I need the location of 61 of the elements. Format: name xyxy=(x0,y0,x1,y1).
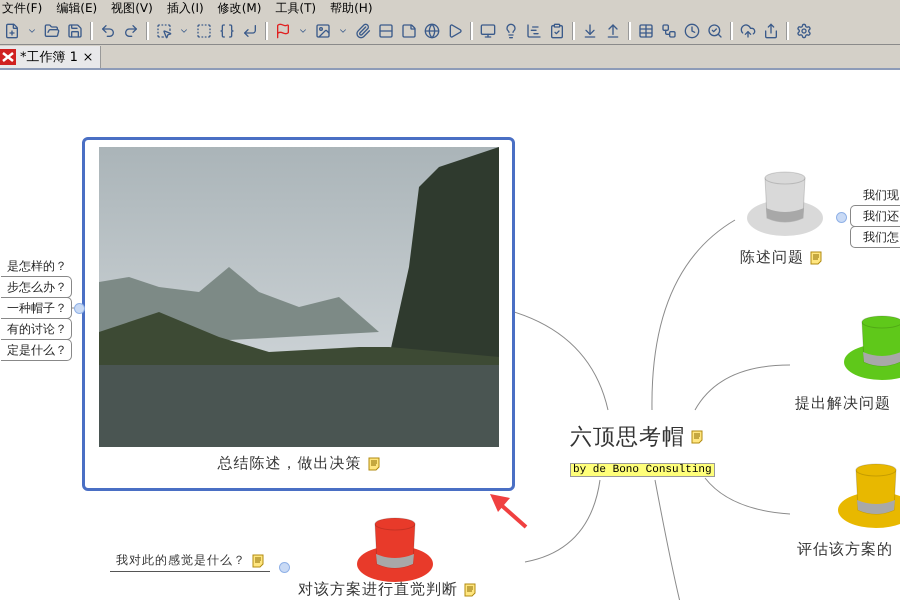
topic-label: 提出解决问题 xyxy=(795,394,891,413)
export-icon[interactable] xyxy=(605,22,621,38)
note-icon[interactable] xyxy=(252,554,264,568)
note-icon[interactable] xyxy=(691,430,703,444)
topic-label: 总结陈述，做出决策 xyxy=(218,454,362,473)
topic-label: 对该方案进行直觉判断 xyxy=(298,580,458,599)
clock-icon[interactable] xyxy=(684,22,700,38)
topic-label: 评估该方案的 xyxy=(797,540,893,559)
share-icon[interactable] xyxy=(763,22,779,38)
menu-item[interactable]: 工具(T) xyxy=(275,0,316,17)
subtopic[interactable]: 是怎样的？ xyxy=(1,255,72,277)
close-icon[interactable] xyxy=(82,51,94,63)
clipboard-icon[interactable] xyxy=(549,22,565,38)
collapse-icon[interactable] xyxy=(74,303,85,314)
note-icon[interactable] xyxy=(401,22,417,38)
subtopic[interactable]: 我们怎 xyxy=(850,226,900,248)
subtopic[interactable]: 步怎么办？ xyxy=(1,276,72,298)
new-file-icon[interactable] xyxy=(4,22,20,38)
menu-item[interactable]: 编辑(E) xyxy=(56,0,98,17)
note-icon[interactable] xyxy=(810,250,822,264)
flag-icon[interactable] xyxy=(275,22,291,38)
document-tab[interactable]: *工作簿 1 xyxy=(0,46,101,68)
subtopic[interactable]: 定是什么？ xyxy=(1,339,72,361)
arrow-annotation xyxy=(490,494,528,528)
topic-label-tag: by de Bono Consulting xyxy=(570,463,715,477)
topic-row[interactable]: 陈述问题 xyxy=(735,245,827,270)
topic-row[interactable]: 对该方案进行直觉判断 xyxy=(293,577,481,600)
open-folder-icon[interactable] xyxy=(44,22,60,38)
subtopic-label: 我对此的感觉是什么？ xyxy=(116,552,246,569)
menu-item[interactable]: 修改(M) xyxy=(218,0,262,17)
central-topic-title[interactable]: 六顶思考帽 xyxy=(570,422,685,452)
subtopic[interactable]: 我对此的感觉是什么？ xyxy=(110,552,270,572)
menu-item[interactable]: 插入(I) xyxy=(166,0,204,17)
subtopic[interactable]: 我们现 xyxy=(850,184,900,206)
app-logo-icon xyxy=(0,49,16,65)
image-icon[interactable] xyxy=(315,22,331,38)
note-icon[interactable] xyxy=(368,456,380,470)
brace-icon[interactable] xyxy=(219,22,235,38)
topic-row[interactable]: 评估该方案的 xyxy=(792,537,898,562)
monitor-icon[interactable] xyxy=(480,22,496,38)
globe-icon[interactable] xyxy=(424,22,440,38)
subtopic[interactable]: 我们还 xyxy=(850,205,900,227)
topic-row[interactable]: 提出解决问题 xyxy=(790,391,896,416)
note-icon[interactable] xyxy=(464,582,476,596)
redo-icon[interactable] xyxy=(123,22,139,38)
menu-item[interactable]: 视图(V) xyxy=(111,0,153,17)
topic-pointer-icon[interactable] xyxy=(156,22,172,38)
menu-item[interactable]: 文件(F) xyxy=(2,0,42,17)
paperclip-icon[interactable] xyxy=(355,22,371,38)
play-icon[interactable] xyxy=(447,22,463,38)
save-icon[interactable] xyxy=(67,22,83,38)
table-icon[interactable] xyxy=(638,22,654,38)
search-icon[interactable] xyxy=(707,22,723,38)
boundary-icon[interactable] xyxy=(196,22,212,38)
topic-label: 陈述问题 xyxy=(740,248,804,267)
cloud-upload-icon[interactable] xyxy=(740,22,756,38)
undo-icon[interactable] xyxy=(100,22,116,38)
settings-icon[interactable] xyxy=(796,22,812,38)
import-icon[interactable] xyxy=(582,22,598,38)
menu-item[interactable]: 帮助(H) xyxy=(330,0,373,17)
image-topic[interactable]: 总结陈述，做出决策 xyxy=(82,137,515,491)
